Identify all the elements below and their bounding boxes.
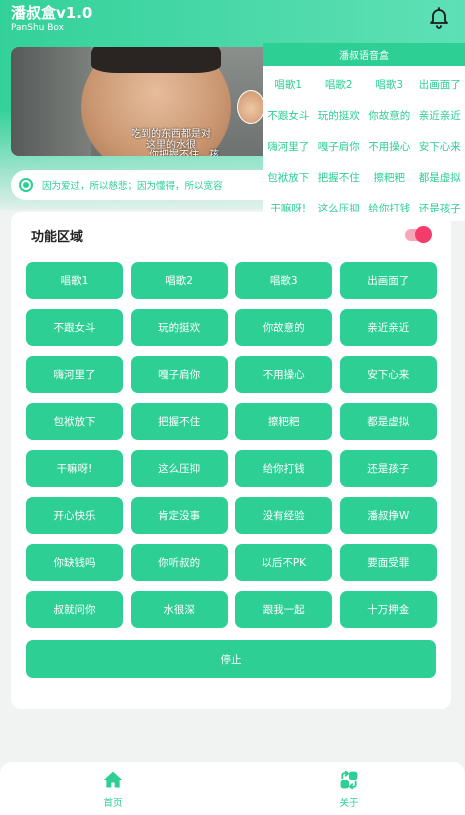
sound-button-grid: 唱歌1 唱歌2 唱歌3 出画面了不跟女斗 玩的挺欢 你故意的 亲近亲近嗨河里了 嘎子肩你 不用操… (26, 262, 437, 628)
sound-button[interactable]: 水很深 (130, 591, 228, 628)
sound-button[interactable]: 这么压抑 (130, 450, 228, 487)
sound-button[interactable]: 要面受罪 (339, 544, 437, 581)
quote-text: 因为爱过，所以慈悲；因为懂得，所以宽容 (42, 181, 223, 192)
sound-button[interactable]: 嗨河里了 (26, 356, 123, 393)
sound-button[interactable]: 叔就问你 (26, 591, 123, 628)
bell-icon[interactable] (427, 6, 451, 30)
voice-item[interactable]: 出画面了 (415, 69, 465, 100)
sound-button[interactable]: 没有经验 (235, 497, 333, 534)
voice-item[interactable]: 你故意的 (364, 100, 415, 131)
sound-button[interactable]: 潘叔挣W (339, 497, 437, 534)
voice-item[interactable]: 唱歌2 (314, 69, 365, 100)
sound-button[interactable]: 擦粑粑 (235, 403, 333, 440)
function-toggle[interactable] (405, 226, 432, 243)
sound-button[interactable]: 出画面了 (339, 262, 437, 299)
function-area-title: 功能区域 (31, 230, 84, 245)
voice-item[interactable]: 唱歌3 (364, 69, 415, 100)
stop-button[interactable]: 停止 (26, 640, 436, 678)
bottom-nav: 首页 关于 (0, 762, 465, 815)
sound-button[interactable]: 干嘛呀! (26, 450, 123, 487)
sound-button[interactable]: 亲近亲近 (339, 309, 437, 346)
voice-item[interactable]: 嗨河里了 (263, 131, 314, 162)
function-area-card: 功能区域 唱歌1 唱歌2 唱歌3 出画面了不跟女斗 玩的挺欢 你故意的 亲近亲近嗨河里了 嘎子… (11, 212, 451, 709)
sound-button[interactable]: 嘎子肩你 (130, 356, 228, 393)
voice-item[interactable]: 包袱放下 (263, 162, 314, 193)
sound-button[interactable]: 给你打钱 (235, 450, 333, 487)
toggle-knob[interactable] (415, 226, 432, 243)
sound-button[interactable]: 唱歌2 (130, 262, 228, 299)
quote-bar: 因为爱过，所以慈悲；因为懂得，所以宽容 (11, 170, 281, 200)
sound-button[interactable]: 不跟女斗 (26, 309, 123, 346)
sound-button[interactable]: 唱歌3 (235, 262, 333, 299)
banner-hair (91, 47, 221, 73)
voice-grid: 唱歌1 唱歌2 唱歌3 出画面了不跟女斗 玩的挺欢 你故意的 亲近亲近嗨河里了 嘎子肩你 不用操… (263, 69, 465, 224)
voice-item[interactable]: 唱歌1 (263, 69, 314, 100)
sound-button[interactable]: 唱歌1 (26, 262, 123, 299)
nav-about-label: 关于 (339, 798, 359, 809)
banner-subtitle-line: 你把握不住，孩 (149, 150, 219, 156)
radio-icon (19, 178, 33, 192)
app-subtitle: PanShu Box (11, 23, 64, 33)
voice-item[interactable]: 安下心来 (415, 131, 465, 162)
home-icon (103, 771, 123, 788)
sound-button[interactable]: 都是虚拟 (339, 403, 437, 440)
sound-button[interactable]: 开心快乐 (26, 497, 123, 534)
about-icon (340, 770, 358, 790)
sound-button[interactable]: 你故意的 (235, 309, 333, 346)
nav-home[interactable]: 首页 (83, 770, 143, 812)
sound-button[interactable]: 把握不住 (130, 403, 228, 440)
avatar (237, 90, 265, 124)
voice-item[interactable]: 不跟女斗 (263, 100, 314, 131)
sound-button[interactable]: 跟我一起 (235, 591, 333, 628)
sound-button[interactable]: 你听叔的 (130, 544, 228, 581)
voice-panel: 潘叔语音盒 唱歌1 唱歌2 唱歌3 出画面了不跟女斗 玩的挺欢 你故意的 亲近亲近嗨河里了嘎… (263, 43, 465, 221)
nav-home-label: 首页 (103, 798, 123, 809)
sound-button[interactable]: 不用操心 (235, 356, 333, 393)
banner-backdrop (11, 47, 91, 156)
voice-item[interactable]: 亲近亲近 (415, 100, 465, 131)
sound-button[interactable]: 肯定没事 (130, 497, 228, 534)
sound-button[interactable]: 以后不PK (235, 544, 333, 581)
sound-button[interactable]: 十万押金 (339, 591, 437, 628)
voice-item[interactable]: 不用操心 (364, 131, 415, 162)
voice-item[interactable]: 玩的挺欢 (314, 100, 365, 131)
voice-item[interactable]: 嘎子肩你 (314, 131, 365, 162)
voice-item[interactable]: 把握不住 (314, 162, 365, 193)
sound-button[interactable]: 还是孩子 (339, 450, 437, 487)
app-title: 潘叔盒v1.0 (11, 4, 93, 22)
nav-about[interactable]: 关于 (319, 770, 379, 812)
voice-panel-title: 潘叔语音盒 (263, 43, 465, 66)
banner-image[interactable]: 吃到的东西都是对 这里的水很 你把握不住，孩 (11, 47, 281, 156)
voice-item[interactable]: 擦粑粑 (364, 162, 415, 193)
voice-item[interactable]: 都是虚拟 (415, 162, 465, 193)
sound-button[interactable]: 你缺钱吗 (26, 544, 123, 581)
sound-button[interactable]: 包袱放下 (26, 403, 123, 440)
sound-button[interactable]: 玩的挺欢 (130, 309, 228, 346)
sound-button[interactable]: 安下心来 (339, 356, 437, 393)
